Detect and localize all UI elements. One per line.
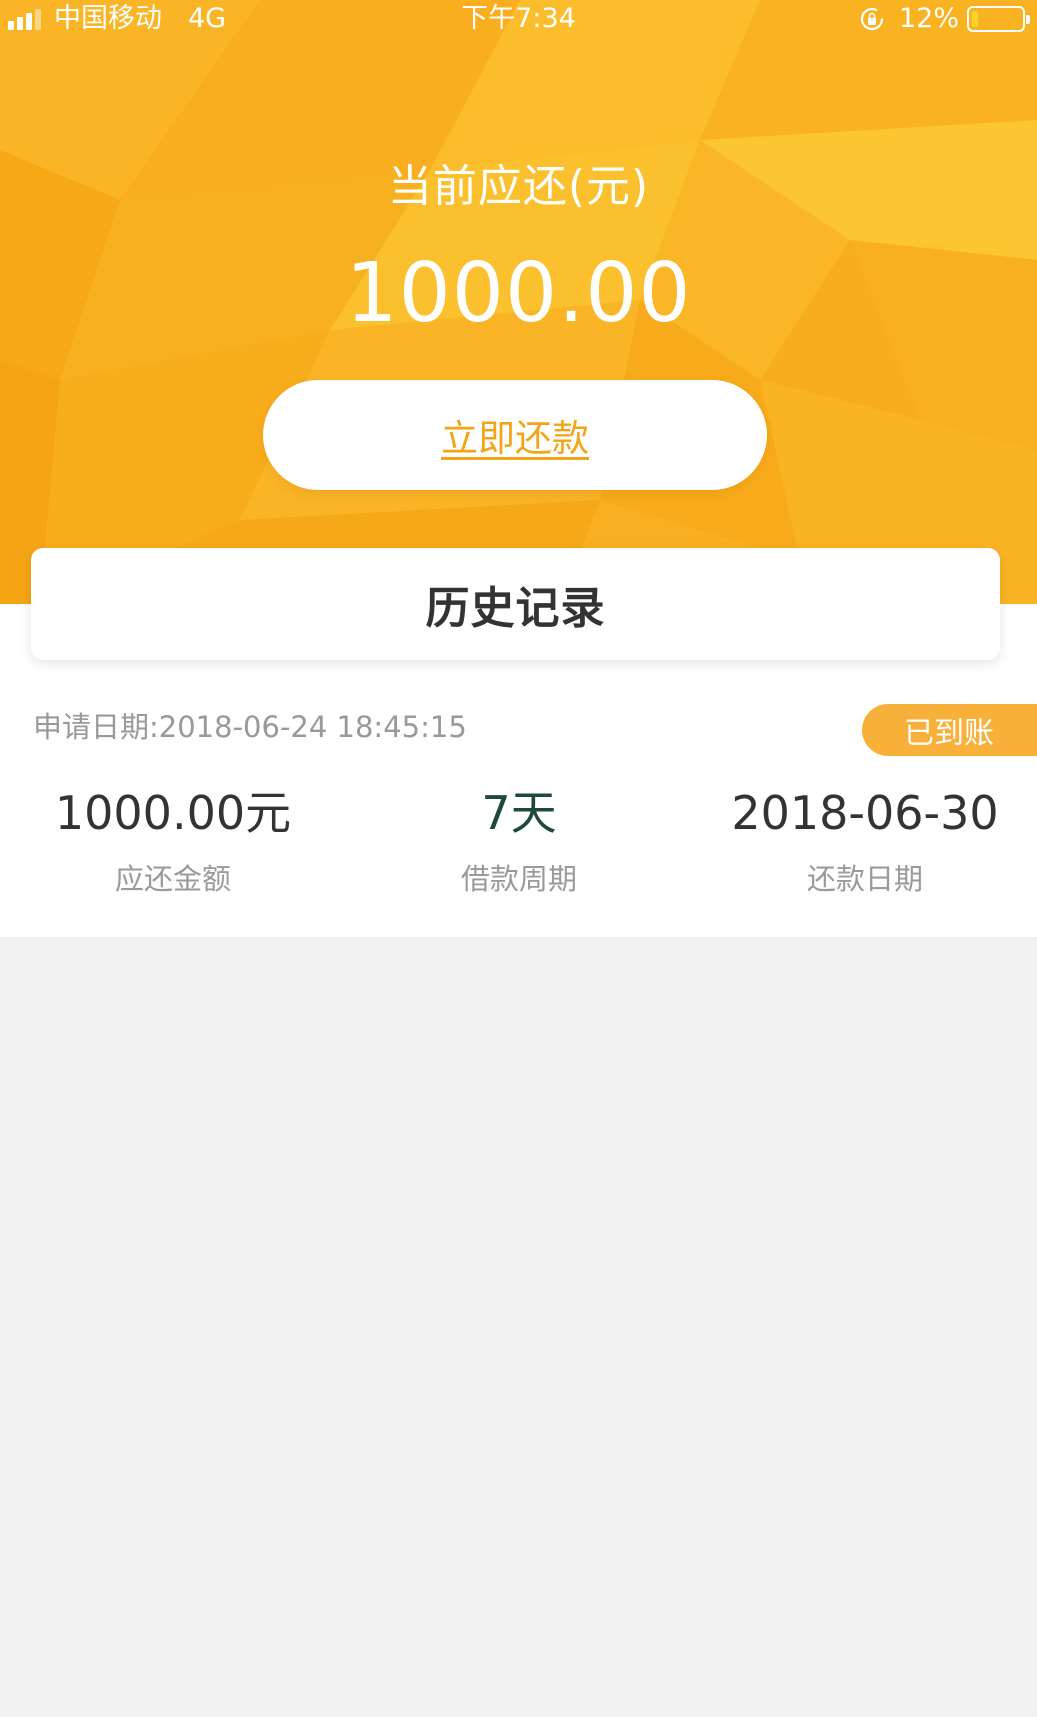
repay-date-value: 2018-06-30 [731,786,999,840]
repay-amount-column: 1000.00元 应还金额 [0,782,346,898]
repay-now-button[interactable]: 立即还款 [263,380,767,490]
repay-amount-label: 应还金额 [114,862,231,896]
loan-period-value: 7天 [481,786,557,840]
history-tab-label: 历史记录 [425,583,606,634]
loan-period-label: 借款周期 [460,862,577,896]
amount-due-value: 1000.00 [345,246,692,341]
loan-period-column: 7天 借款周期 [346,782,692,898]
repay-date-label: 还款日期 [806,862,923,896]
hero-banner: 中国移动 4G 下午7:34 12% 当前应还(元) 1000.00 立即还款 [0,0,1037,604]
apply-date: 申请日期:2018-06-24 18:45:15 [33,710,467,744]
battery-icon [967,6,1030,32]
battery-level [972,11,978,27]
repayment-screen: 中国移动 4G 下午7:34 12% 当前应还(元) 1000.00 立即还款 [0,0,1037,1717]
repay-date-column: 2018-06-30 还款日期 [692,782,1037,898]
status-badge: 已到账 [862,704,1037,756]
repay-amount-value: 1000.00元 [54,786,292,840]
amount-due-title: 当前应还(元) [387,161,650,212]
repay-now-label: 立即还款 [441,417,589,460]
rotation-lock-icon [860,7,884,31]
battery-percent: 12% [898,3,959,34]
status-bar: 中国移动 4G 下午7:34 12% [0,0,1037,38]
history-tab[interactable]: 历史记录 [31,548,1000,660]
